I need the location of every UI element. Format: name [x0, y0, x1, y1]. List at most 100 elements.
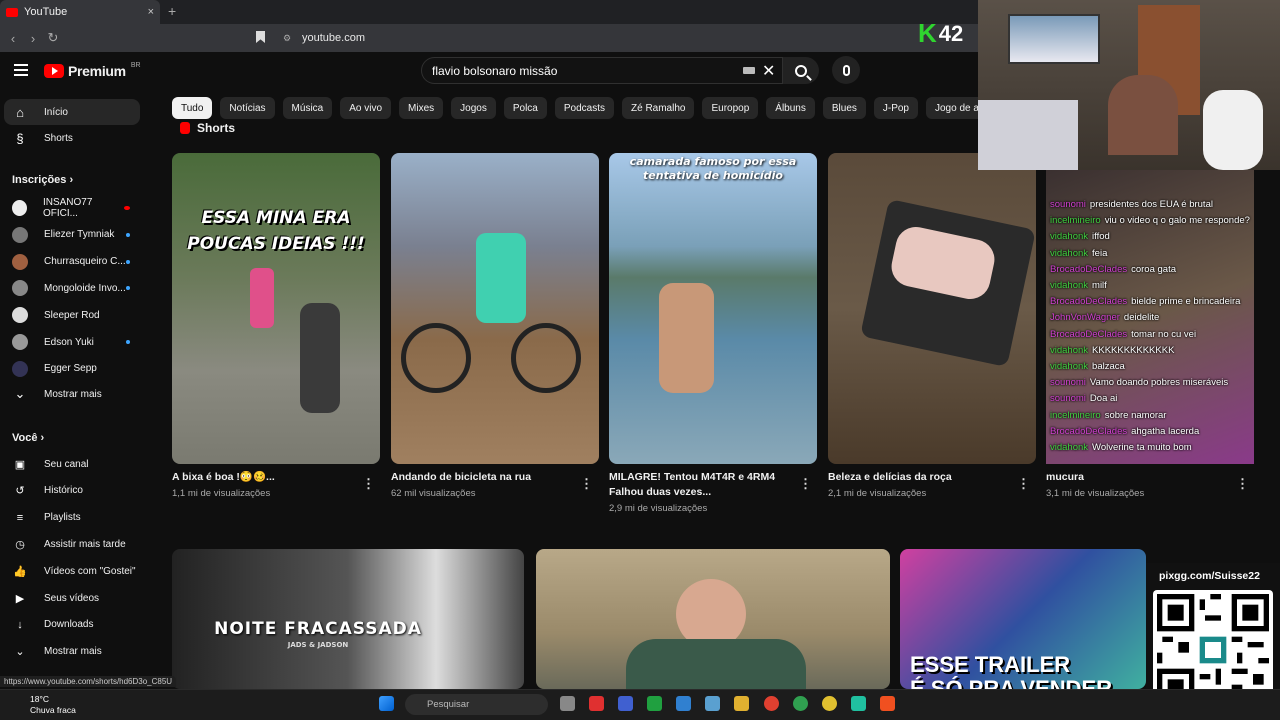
tab-close-icon[interactable]: × — [148, 6, 154, 18]
sidebar-subscription[interactable]: Sleeper Rod — [4, 302, 140, 328]
video-thumbnail[interactable]: ESSE TRAILER É SÓ PRA VENDER — [900, 549, 1146, 689]
app-icon[interactable] — [851, 696, 866, 711]
youtube-logo[interactable]: Premium BR — [44, 62, 141, 79]
sidebar-item-home[interactable]: ⌂ Início — [4, 99, 140, 125]
avatar — [12, 360, 28, 377]
new-tab-button[interactable]: + — [168, 3, 176, 19]
short-title[interactable]: MILAGRE! Tentou M4T4R e 4RM4 Falhou duas… — [609, 470, 789, 500]
filter-chip[interactable]: Zé Ramalho — [622, 97, 695, 119]
youtube-app-icon[interactable] — [589, 696, 604, 711]
chat-message: BrocadoDeClades bielde prime e brincadeir… — [1050, 296, 1240, 307]
back-icon[interactable]: ‹ — [6, 31, 20, 46]
sidebar-item-you[interactable]: ◷ Assistir mais tarde — [4, 531, 140, 557]
taskbar — [0, 689, 1280, 720]
sidebar-item-shorts[interactable]: § Shorts — [4, 125, 140, 151]
app-icon[interactable] — [618, 696, 633, 711]
sidebar-subscription[interactable]: Egger Sepp — [4, 356, 140, 382]
app-icon[interactable] — [705, 696, 720, 711]
sidebar-show-more[interactable]: ⌄ Mostrar mais — [4, 381, 140, 407]
keyboard-icon[interactable] — [743, 67, 755, 74]
short-title[interactable]: A bixa é boa !😳🥴... — [172, 470, 352, 485]
sidebar-item-you[interactable]: 👍 Vídeos com "Gostei" — [4, 558, 140, 584]
short-title[interactable]: Andando de bicicleta na rua — [391, 470, 571, 485]
bed-shape — [978, 100, 1078, 170]
site-info-icon[interactable]: ⚙ — [283, 33, 291, 44]
chat-message: JohnVonWagner deidelite — [1050, 312, 1159, 323]
filter-chip[interactable]: Polca — [503, 97, 547, 119]
filter-chip[interactable]: Europop — [702, 97, 759, 119]
search-button[interactable] — [783, 57, 819, 84]
sidebar-subscription[interactable]: INSANO77 OFICI... — [4, 195, 140, 221]
user-icon: ▣ — [14, 458, 26, 471]
sidebar-item-you[interactable]: ≡ Playlists — [4, 505, 140, 531]
filter-chip[interactable]: Blues — [822, 97, 866, 119]
sidebar-subscription[interactable]: Eliezer Tymniak — [4, 222, 140, 248]
chrome-icon[interactable] — [764, 696, 779, 711]
sidebar-subscription[interactable]: Edson Yuki — [4, 329, 140, 355]
filter-chip[interactable]: Jogo de ação e aventura — [926, 97, 978, 119]
shorts-section-header: Shorts — [180, 121, 235, 135]
more-options-icon[interactable]: ⋮ — [799, 476, 812, 492]
subscriptions-header[interactable]: Inscrições › — [12, 174, 73, 186]
folder-icon[interactable] — [734, 696, 749, 711]
filter-chip[interactable]: Ao vivo — [340, 97, 392, 119]
url-field[interactable]: youtube.com — [302, 32, 365, 44]
tab-youtube[interactable]: YouTube × — [0, 0, 160, 24]
filter-chip[interactable]: J-Pop — [873, 97, 918, 119]
sidebar-item-you[interactable]: ▣ Seu canal — [4, 451, 140, 477]
start-icon[interactable] — [379, 696, 394, 711]
voice-search-button[interactable] — [832, 56, 860, 84]
more-options-icon[interactable]: ⋮ — [580, 476, 593, 492]
more-options-icon[interactable]: ⋮ — [1236, 476, 1249, 492]
notepad-icon[interactable] — [676, 696, 691, 711]
status-url: https://www.youtube.com/shorts/hd6D3o_C8… — [0, 676, 177, 687]
filter-chip[interactable]: Música — [282, 97, 333, 119]
brave-icon[interactable] — [880, 696, 895, 711]
taskbar-search[interactable]: Pesquisar — [405, 694, 548, 715]
more-options-icon[interactable]: ⋮ — [1017, 476, 1030, 492]
you-header[interactable]: Você › — [12, 432, 44, 444]
chat-text: coroa gata — [1131, 263, 1177, 275]
clear-search-icon[interactable]: ✕ — [762, 61, 775, 81]
sidebar-show-more[interactable]: ⌄ Mostrar mais — [4, 639, 140, 665]
short-thumbnail[interactable]: camarada famoso por essa tentativa de ho… — [609, 153, 817, 464]
task-view-icon[interactable] — [560, 696, 575, 711]
short-caption: ESSA MINA ERA POUCAS IDEIAS !!! — [187, 208, 365, 254]
weather-temp: 18°C — [30, 694, 49, 704]
filter-chip[interactable]: Mixes — [399, 97, 444, 119]
forward-icon[interactable]: › — [26, 31, 40, 46]
filter-chip[interactable]: Podcasts — [554, 97, 614, 119]
short-title[interactable]: mucura — [1046, 470, 1226, 485]
video-thumbnail[interactable]: NOITE FRACASSADA JADS & JADSON — [172, 549, 524, 689]
shorts-section-title: Shorts — [197, 121, 236, 135]
short-title[interactable]: Beleza e delícias da roça — [828, 470, 1008, 485]
chat-message: sounomi Doa ai — [1050, 393, 1117, 404]
short-thumbnail[interactable] — [391, 153, 599, 464]
reload-icon[interactable]: ↻ — [46, 30, 60, 46]
sidebar-subscription[interactable]: Churrasqueiro C... — [4, 249, 140, 275]
filter-chip[interactable]: Notícias — [220, 97, 275, 119]
filter-chip[interactable]: Tudo — [172, 97, 213, 119]
filter-chip[interactable]: Jogos — [451, 97, 496, 119]
chat-message: sounomi Vamo doando pobres miseráveis — [1050, 377, 1228, 388]
sidebar-subscription[interactable]: Mongoloide Invo... — [4, 275, 140, 301]
chrome-icon[interactable] — [822, 696, 837, 711]
sidebar-item-label: Playlists — [44, 512, 81, 524]
chrome-icon[interactable] — [793, 696, 808, 711]
weather-widget[interactable]: 18°C Chuva fraca — [14, 694, 76, 716]
search-input[interactable]: flavio bolsonaro missão — [421, 57, 783, 84]
chat-text: KKKKKKKKKKKKK — [1092, 344, 1175, 356]
avatar — [12, 200, 27, 216]
menu-icon[interactable] — [14, 64, 28, 76]
sidebar-item-you[interactable]: ↺ Histórico — [4, 478, 140, 504]
sidebar-item-label: Downloads — [44, 619, 94, 631]
xbox-icon[interactable] — [647, 696, 662, 711]
filter-chip[interactable]: Álbuns — [766, 97, 815, 119]
video-thumbnail[interactable] — [536, 549, 890, 689]
more-options-icon[interactable]: ⋮ — [362, 476, 375, 492]
short-thumbnail[interactable] — [828, 153, 1036, 464]
chat-text: feia — [1092, 247, 1108, 259]
sidebar-item-you[interactable]: ↓ Downloads — [4, 612, 140, 638]
sidebar-item-you[interactable]: ▶ Seus vídeos — [4, 585, 140, 611]
short-thumbnail[interactable]: ESSA MINA ERA POUCAS IDEIAS !!! — [172, 153, 380, 464]
